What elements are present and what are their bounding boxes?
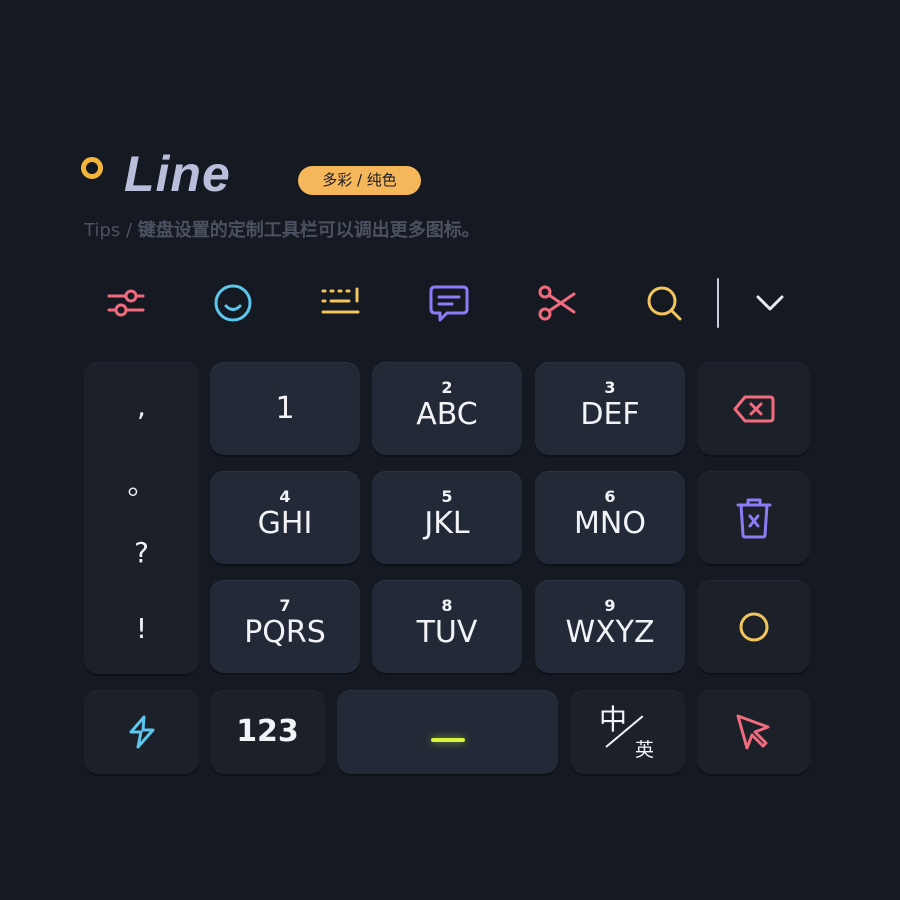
cursor-button[interactable]	[697, 690, 810, 774]
key-9[interactable]: 9 WXYZ	[535, 580, 685, 673]
punct-comma[interactable]: ,	[84, 392, 199, 422]
key-letters: DEF	[580, 396, 640, 432]
language-toggle-button[interactable]: 中 英	[570, 690, 685, 774]
trash-icon	[736, 498, 771, 538]
keyboard-showcase: Line 多彩 / 纯色 Tips / 键盘设置的定制工具栏可以调出更多图标。	[0, 0, 900, 900]
punct-question[interactable]: ?	[84, 538, 199, 568]
key-number: 5	[441, 486, 453, 506]
cursor-icon	[736, 714, 769, 750]
key-letters: TUV	[416, 614, 478, 650]
key-number: 8	[441, 595, 453, 615]
tips-prefix: Tips /	[84, 220, 138, 241]
keyboard-icon[interactable]	[319, 281, 363, 325]
smiley-icon[interactable]	[211, 281, 255, 325]
key-number: 3	[604, 377, 616, 397]
key-letters: WXYZ	[565, 614, 655, 650]
key-8[interactable]: 8 TUV	[372, 580, 522, 673]
style-badge[interactable]: 多彩 / 纯色	[298, 166, 421, 195]
key-letters: MNO	[574, 505, 646, 541]
scissors-icon[interactable]	[535, 281, 579, 325]
numbers-label: 123	[236, 714, 299, 749]
key-6[interactable]: 6 MNO	[535, 471, 685, 564]
tips-text: 键盘设置的定制工具栏可以调出更多图标。	[137, 220, 480, 241]
page-title: Line	[124, 146, 231, 202]
lang-en-label: 英	[635, 739, 655, 761]
punctuation-column[interactable]: , 。 ? !	[84, 362, 199, 674]
key-2[interactable]: 2 ABC	[372, 362, 522, 455]
key-letters: GHI	[257, 505, 313, 541]
key-4[interactable]: 4 GHI	[210, 471, 360, 564]
message-icon[interactable]	[427, 281, 471, 325]
toolbar-divider	[717, 278, 719, 328]
tips-line: Tips / 键盘设置的定制工具栏可以调出更多图标。	[84, 218, 480, 244]
punct-exclamation[interactable]: !	[84, 614, 199, 644]
key-number: 9	[604, 595, 616, 615]
key-letters: ABC	[416, 396, 478, 432]
punct-period[interactable]: 。	[84, 470, 199, 500]
zero-button[interactable]	[697, 580, 810, 673]
key-number: 7	[279, 595, 291, 615]
key-5[interactable]: 5 JKL	[372, 471, 522, 564]
clear-button[interactable]	[697, 471, 810, 564]
backspace-button[interactable]	[697, 362, 810, 455]
search-icon[interactable]	[642, 281, 686, 325]
numbers-button[interactable]: 123	[210, 690, 325, 774]
key-7[interactable]: 7 PQRS	[210, 580, 360, 673]
bolt-icon	[129, 715, 154, 749]
key-letters: JKL	[424, 505, 470, 541]
space-indicator	[430, 738, 465, 742]
circle-icon	[739, 612, 768, 641]
backspace-icon	[733, 395, 774, 422]
key-number: 4	[279, 486, 291, 506]
key-number: 6	[604, 486, 616, 506]
space-bar[interactable]	[337, 690, 558, 774]
key-label: 1	[275, 390, 295, 426]
key-3[interactable]: 3 DEF	[535, 362, 685, 455]
chevron-down-icon[interactable]	[748, 281, 792, 325]
key-letters: PQRS	[244, 614, 326, 650]
sliders-icon[interactable]	[104, 281, 148, 325]
key-1[interactable]: 1	[210, 362, 360, 455]
symbols-button[interactable]	[84, 690, 199, 774]
brand-circle-icon	[81, 157, 103, 179]
key-number: 2	[441, 377, 453, 397]
